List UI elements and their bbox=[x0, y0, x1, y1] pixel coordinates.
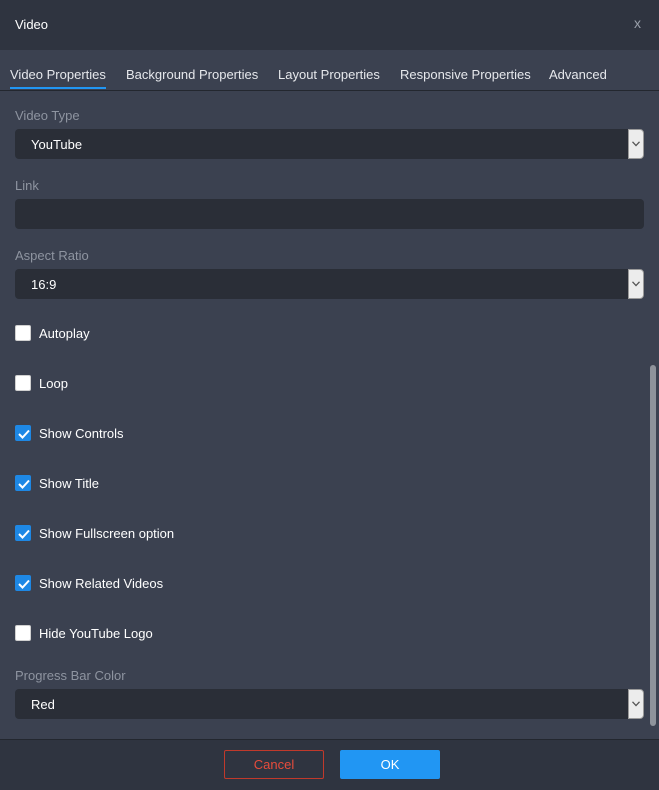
show-fullscreen-label: Show Fullscreen option bbox=[39, 526, 175, 541]
loop-label: Loop bbox=[39, 376, 68, 391]
close-icon[interactable]: x bbox=[634, 15, 641, 31]
tab-layout-properties[interactable]: Layout Properties bbox=[278, 67, 380, 82]
cancel-button[interactable]: Cancel bbox=[224, 750, 324, 779]
video-type-select[interactable]: YouTube bbox=[15, 129, 644, 159]
checkmark-icon bbox=[18, 429, 30, 439]
show-fullscreen-checkbox[interactable] bbox=[15, 525, 31, 541]
chevron-down-icon[interactable] bbox=[628, 129, 644, 159]
hide-youtube-logo-label: Hide YouTube Logo bbox=[39, 626, 153, 641]
progress-bar-color-label: Progress Bar Color bbox=[15, 668, 126, 683]
show-title-label: Show Title bbox=[39, 476, 99, 491]
aspect-ratio-select[interactable]: 16:9 bbox=[15, 269, 644, 299]
link-label: Link bbox=[15, 178, 39, 193]
scrollbar-thumb[interactable] bbox=[650, 365, 656, 726]
autoplay-checkbox[interactable] bbox=[15, 325, 31, 341]
autoplay-label: Autoplay bbox=[39, 326, 90, 341]
tab-responsive-properties[interactable]: Responsive Properties bbox=[400, 67, 531, 82]
hide-youtube-logo-checkbox[interactable] bbox=[15, 625, 31, 641]
dialog-titlebar: Video x bbox=[0, 0, 659, 50]
show-controls-checkbox[interactable] bbox=[15, 425, 31, 441]
ok-button[interactable]: OK bbox=[340, 750, 440, 779]
checkmark-icon bbox=[18, 579, 30, 589]
show-title-checkbox[interactable] bbox=[15, 475, 31, 491]
chevron-down-icon[interactable] bbox=[628, 269, 644, 299]
tab-bar: Video Properties Background Properties L… bbox=[0, 50, 659, 91]
show-related-videos-label: Show Related Videos bbox=[39, 576, 164, 591]
video-type-value: YouTube bbox=[31, 137, 83, 152]
checkmark-icon bbox=[18, 529, 30, 539]
dialog-footer: Cancel OK bbox=[0, 739, 659, 790]
link-input[interactable] bbox=[15, 199, 644, 229]
tab-advanced[interactable]: Advanced bbox=[549, 67, 607, 82]
show-related-videos-checkbox[interactable] bbox=[15, 575, 31, 591]
progress-bar-color-select[interactable]: Red bbox=[15, 689, 644, 719]
dialog-title: Video bbox=[15, 17, 49, 32]
checkmark-icon bbox=[18, 479, 30, 489]
video-type-label: Video Type bbox=[15, 108, 80, 123]
chevron-down-icon[interactable] bbox=[628, 689, 644, 719]
aspect-ratio-value: 16:9 bbox=[31, 277, 57, 292]
tab-background-properties[interactable]: Background Properties bbox=[126, 67, 258, 82]
show-controls-label: Show Controls bbox=[39, 426, 124, 441]
aspect-ratio-label: Aspect Ratio bbox=[15, 248, 89, 263]
progress-bar-color-value: Red bbox=[31, 697, 55, 712]
loop-checkbox[interactable] bbox=[15, 375, 31, 391]
tab-video-properties[interactable]: Video Properties bbox=[10, 67, 106, 89]
